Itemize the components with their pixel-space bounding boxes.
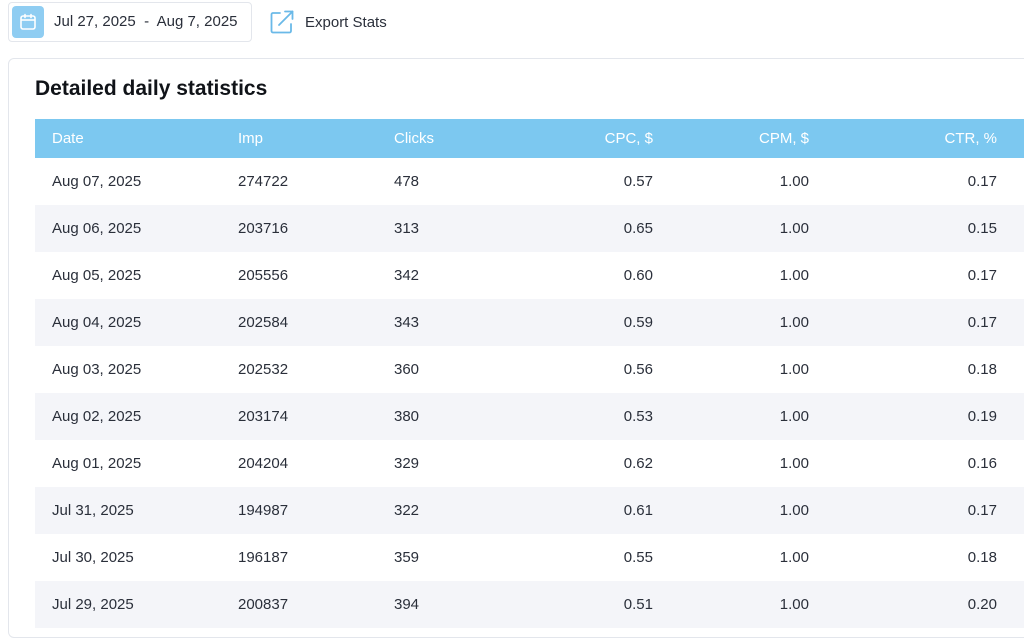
table-header: Date Imp Clicks CPC, $ CPM, $ CTR, % — [35, 119, 1024, 158]
card-title: Detailed daily statistics — [35, 77, 268, 100]
table-row: Aug 01, 2025 204204 329 0.62 1.00 0.16 — [35, 440, 1024, 487]
cell-date: Jul 29, 2025 — [52, 596, 134, 613]
cell-ctr: 0.19 — [967, 408, 997, 425]
table-row: Jul 29, 2025 200837 394 0.51 1.00 0.20 — [35, 581, 1024, 628]
table-row: Aug 06, 2025 203716 313 0.65 1.00 0.15 — [35, 205, 1024, 252]
column-header-cpc[interactable]: CPC, $ — [501, 119, 701, 158]
date-range-text[interactable]: Jul 27, 2025 - Aug 7, 2025 — [54, 3, 238, 41]
cell-date: Aug 04, 2025 — [52, 314, 142, 331]
cell-imp: 203174 — [238, 408, 289, 425]
table-row: Aug 04, 2025 202584 343 0.59 1.00 0.17 — [35, 299, 1024, 346]
cell-clicks: 342 — [394, 267, 420, 284]
date-separator: - — [144, 13, 150, 30]
cell-date: Aug 03, 2025 — [52, 361, 142, 378]
cell-date: Aug 01, 2025 — [52, 455, 142, 472]
cell-date: Aug 05, 2025 — [52, 267, 142, 284]
cell-cpc: 0.51 — [623, 596, 653, 613]
cell-cpm: 1.00 — [779, 361, 809, 378]
date-range-picker[interactable]: Jul 27, 2025 - Aug 7, 2025 — [8, 2, 252, 42]
cell-cpm: 1.00 — [779, 220, 809, 237]
cell-date: Jul 31, 2025 — [52, 502, 134, 519]
cell-ctr: 0.18 — [967, 361, 997, 378]
cell-cpc: 0.62 — [623, 455, 653, 472]
cell-imp: 194987 — [238, 502, 289, 519]
cell-cpm: 1.00 — [779, 267, 809, 284]
cell-cpc: 0.61 — [623, 502, 653, 519]
cell-clicks: 394 — [394, 596, 420, 613]
cell-clicks: 359 — [394, 549, 420, 566]
cell-ctr: 0.18 — [967, 549, 997, 566]
cell-clicks: 329 — [394, 455, 420, 472]
cell-ctr: 0.20 — [967, 596, 997, 613]
cell-date: Aug 06, 2025 — [52, 220, 142, 237]
cell-clicks: 322 — [394, 502, 420, 519]
export-stats-label: Export Stats — [305, 13, 387, 31]
calendar-icon[interactable] — [12, 6, 44, 38]
column-header-imp[interactable]: Imp — [221, 119, 377, 158]
cell-date: Aug 02, 2025 — [52, 408, 142, 425]
cell-clicks: 380 — [394, 408, 420, 425]
table-row: Jul 31, 2025 194987 322 0.61 1.00 0.17 — [35, 487, 1024, 534]
cell-ctr: 0.17 — [967, 502, 997, 519]
cell-clicks: 478 — [394, 173, 420, 190]
toolbar: Jul 27, 2025 - Aug 7, 2025 Export Stats — [0, 0, 1024, 48]
cell-cpc: 0.55 — [623, 549, 653, 566]
cell-clicks: 313 — [394, 220, 420, 237]
cell-imp: 205556 — [238, 267, 289, 284]
table-row: Jul 30, 2025 196187 359 0.55 1.00 0.18 — [35, 534, 1024, 581]
cell-cpc: 0.60 — [623, 267, 653, 284]
table-row: Aug 05, 2025 205556 342 0.60 1.00 0.17 — [35, 252, 1024, 299]
cell-date: Jul 30, 2025 — [52, 549, 134, 566]
cell-imp: 274722 — [238, 173, 289, 190]
cell-imp: 202532 — [238, 361, 289, 378]
cell-cpm: 1.00 — [779, 455, 809, 472]
cell-cpc: 0.59 — [623, 314, 653, 331]
external-link-icon — [270, 10, 294, 34]
cell-clicks: 343 — [394, 314, 420, 331]
cell-imp: 204204 — [238, 455, 289, 472]
column-header-date[interactable]: Date — [35, 119, 221, 158]
cell-cpc: 0.57 — [623, 173, 653, 190]
cell-date: Aug 07, 2025 — [52, 173, 142, 190]
cell-ctr: 0.17 — [967, 173, 997, 190]
daily-stats-card: Detailed daily statistics Date Imp Click… — [8, 58, 1024, 638]
daily-stats-table: Date Imp Clicks CPC, $ CPM, $ CTR, % Aug… — [35, 119, 1024, 628]
cell-cpm: 1.00 — [779, 173, 809, 190]
column-header-cpm[interactable]: CPM, $ — [701, 119, 857, 158]
cell-cpc: 0.56 — [623, 361, 653, 378]
export-stats-button[interactable]: Export Stats — [268, 6, 387, 38]
cell-imp: 200837 — [238, 596, 289, 613]
cell-cpc: 0.65 — [623, 220, 653, 237]
cell-cpm: 1.00 — [779, 314, 809, 331]
cell-ctr: 0.17 — [967, 314, 997, 331]
cell-ctr: 0.15 — [967, 220, 997, 237]
date-end: Aug 7, 2025 — [156, 13, 238, 30]
cell-imp: 202584 — [238, 314, 289, 331]
cell-cpc: 0.53 — [623, 408, 653, 425]
column-header-ctr[interactable]: CTR, % — [857, 119, 1024, 158]
table-row: Aug 02, 2025 203174 380 0.53 1.00 0.19 — [35, 393, 1024, 440]
cell-ctr: 0.17 — [967, 267, 997, 284]
table-row: Aug 03, 2025 202532 360 0.56 1.00 0.18 — [35, 346, 1024, 393]
cell-cpm: 1.00 — [779, 549, 809, 566]
cell-cpm: 1.00 — [779, 502, 809, 519]
cell-imp: 203716 — [238, 220, 289, 237]
date-start: Jul 27, 2025 — [54, 13, 136, 30]
table-row: Aug 07, 2025 274722 478 0.57 1.00 0.17 — [35, 158, 1024, 205]
cell-cpm: 1.00 — [779, 408, 809, 425]
cell-ctr: 0.16 — [967, 455, 997, 472]
cell-clicks: 360 — [394, 361, 420, 378]
cell-cpm: 1.00 — [779, 596, 809, 613]
cell-imp: 196187 — [238, 549, 289, 566]
column-header-clicks[interactable]: Clicks — [377, 119, 501, 158]
